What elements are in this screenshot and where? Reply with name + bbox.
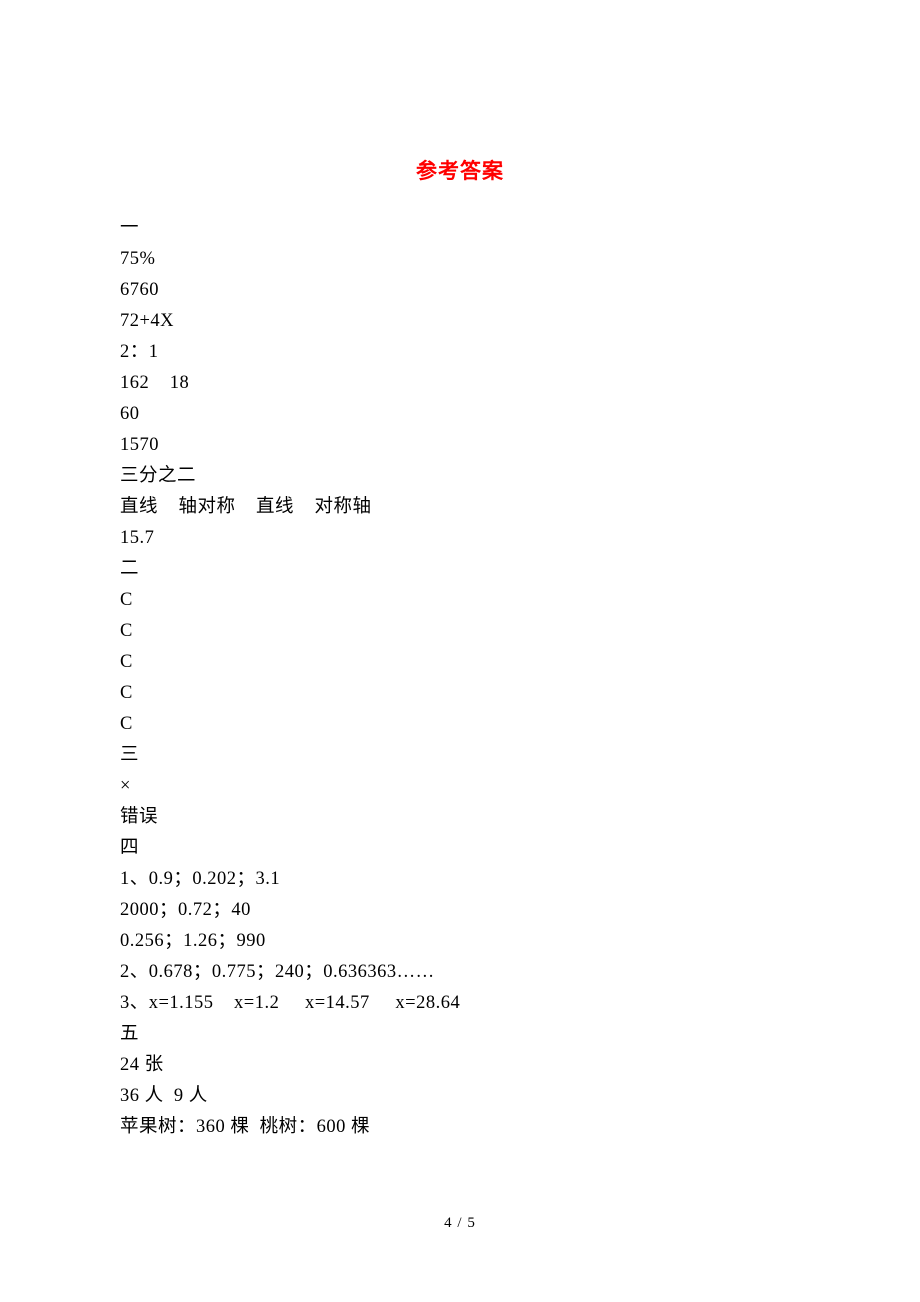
answer-line: 72+4X <box>120 306 800 337</box>
answer-line: 75% <box>120 244 800 275</box>
answer-line: C <box>120 585 800 616</box>
answer-line: 15.7 <box>120 523 800 554</box>
answer-line: 6760 <box>120 275 800 306</box>
answer-line: 60 <box>120 399 800 430</box>
answer-line: C <box>120 678 800 709</box>
answer-line: 1570 <box>120 430 800 461</box>
answer-line: × <box>120 771 800 802</box>
answer-line: 2：1 <box>120 337 800 368</box>
section-one-heading: 一 <box>120 213 800 244</box>
answer-line: 直线 轴对称 直线 对称轴 <box>120 492 800 523</box>
answer-line: 24 张 <box>120 1050 800 1081</box>
answer-line: 1、0.9；0.202；3.1 <box>120 864 800 895</box>
answer-line: 0.256；1.26；990 <box>120 926 800 957</box>
answer-line: 36 人 9 人 <box>120 1081 800 1112</box>
answer-line: 三分之二 <box>120 461 800 492</box>
answer-line: 3、x=1.155 x=1.2 x=14.57 x=28.64 <box>120 988 800 1019</box>
document-title: 参考答案 <box>120 155 800 185</box>
section-two-heading: 二 <box>120 554 800 585</box>
answer-line: C <box>120 647 800 678</box>
answer-line: 2、0.678；0.775；240；0.636363…… <box>120 957 800 988</box>
section-three-heading: 三 <box>120 740 800 771</box>
page-number-footer: 4 / 5 <box>0 1215 920 1232</box>
section-four-heading: 四 <box>120 833 800 864</box>
answer-line: C <box>120 709 800 740</box>
answer-line: 错误 <box>120 802 800 833</box>
answer-line: 苹果树：360 棵 桃树：600 棵 <box>120 1112 800 1143</box>
answer-line: 2000；0.72；40 <box>120 895 800 926</box>
answer-line: C <box>120 616 800 647</box>
answer-line: 162 18 <box>120 368 800 399</box>
section-five-heading: 五 <box>120 1019 800 1050</box>
